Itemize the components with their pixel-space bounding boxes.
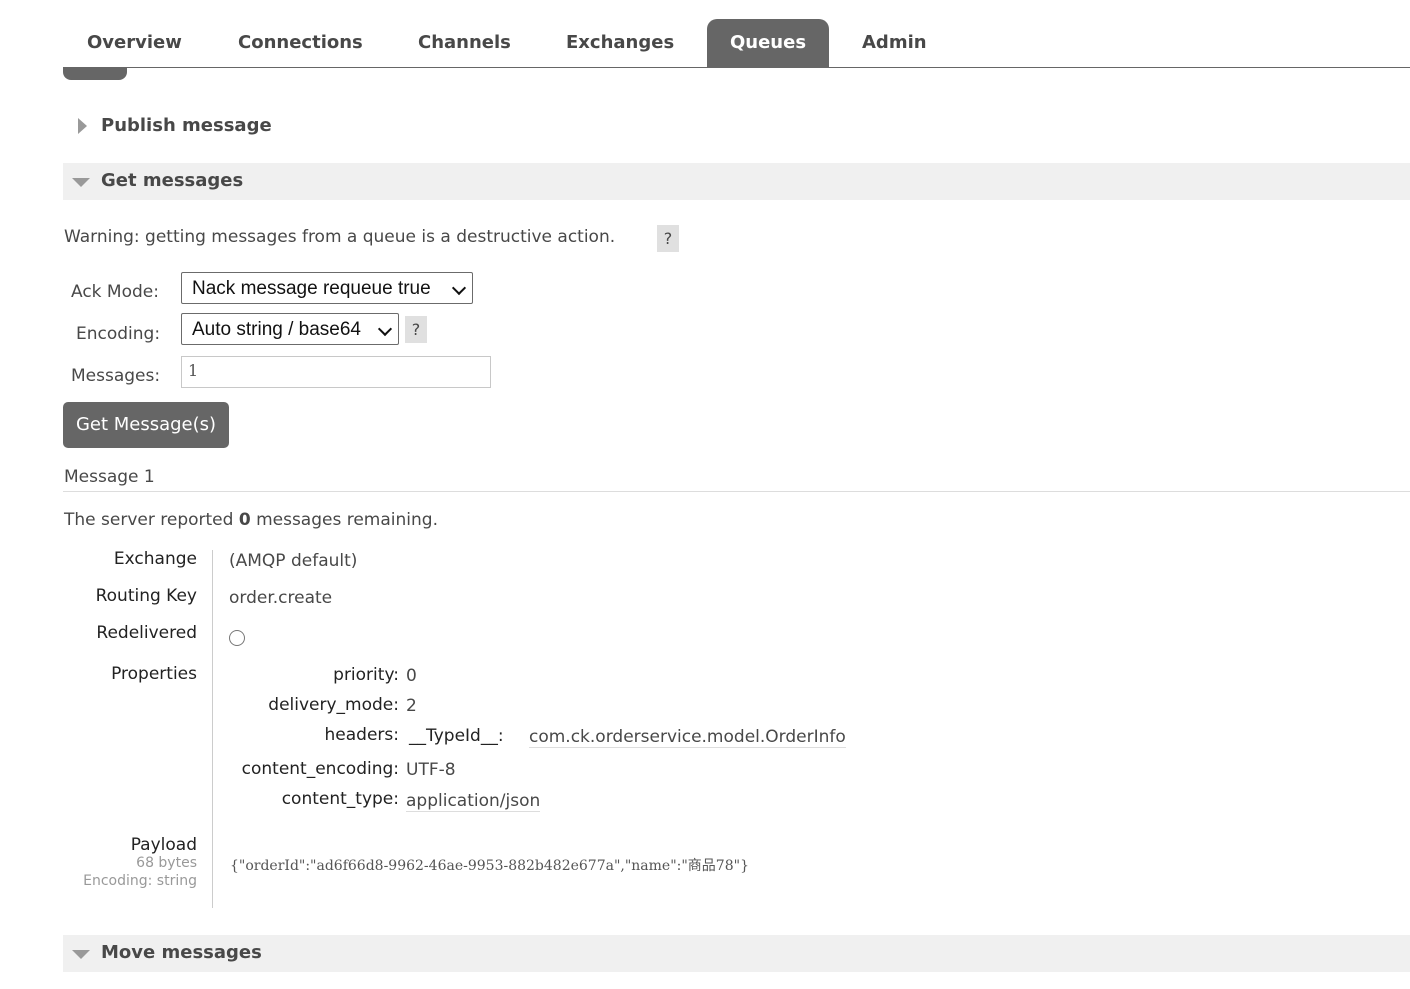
- header-value: com.ck.orderservice.model.OrderInfo: [529, 727, 846, 748]
- warning-help-button[interactable]: ?: [657, 225, 679, 252]
- move-messages-title: Move messages: [101, 942, 262, 963]
- encoding-label: Encoding:: [76, 324, 161, 344]
- ack-mode-select[interactable]: Nack message requeue true: [181, 272, 473, 304]
- content-type-label: content_type:: [281, 789, 399, 809]
- get-messages-title: Get messages: [101, 170, 244, 191]
- payload-size: 68 bytes: [136, 855, 197, 871]
- exchange-value: (AMQP default): [229, 551, 358, 571]
- get-messages-toggle[interactable]: Get messages: [63, 163, 1410, 200]
- redelivered-label: Redelivered: [96, 623, 197, 643]
- collapsed-button-stub[interactable]: [63, 67, 127, 80]
- header-key: __TypeId__:: [409, 726, 504, 746]
- tab-connections[interactable]: Connections: [238, 19, 363, 67]
- exchange-label: Exchange: [113, 549, 197, 569]
- chevron-down-icon: [451, 280, 467, 296]
- collapse-arrow-icon: [72, 950, 90, 959]
- main-nav-tabs: Overview Connections Channels Exchanges …: [63, 18, 1410, 68]
- payload-value: {"orderId":"ad6f66d8-9962-46ae-9953-882b…: [230, 858, 749, 874]
- publish-message-toggle[interactable]: Publish message: [63, 108, 1410, 145]
- tab-channels[interactable]: Channels: [418, 19, 511, 67]
- redelivered-indicator: [229, 630, 245, 646]
- messages-label: Messages:: [71, 366, 161, 386]
- payload-label: Payload: [130, 835, 197, 855]
- move-messages-toggle[interactable]: Move messages: [63, 935, 1410, 972]
- delivery-mode-value: 2: [406, 696, 417, 716]
- encoding-value: Auto string / base64: [192, 319, 361, 340]
- messages-count-input[interactable]: 1: [181, 356, 491, 388]
- get-messages-button[interactable]: Get Message(s): [63, 402, 229, 448]
- encoding-select[interactable]: Auto string / base64: [181, 313, 399, 345]
- tab-overview[interactable]: Overview: [87, 19, 182, 67]
- remaining-count: 0: [238, 510, 251, 530]
- ack-mode-label: Ack Mode:: [71, 282, 159, 302]
- routing-key-label: Routing Key: [95, 586, 197, 606]
- ack-mode-value: Nack message requeue true: [192, 278, 431, 299]
- tab-queues[interactable]: Queues: [707, 19, 829, 67]
- delivery-mode-label: delivery_mode:: [268, 695, 399, 715]
- content-type-value: application/json: [406, 791, 541, 812]
- content-encoding-value: UTF-8: [406, 760, 456, 780]
- priority-value: 0: [406, 666, 417, 686]
- payload-encoding: Encoding: string: [83, 873, 197, 889]
- publish-message-title: Publish message: [101, 115, 272, 136]
- content-encoding-label: content_encoding:: [241, 759, 399, 779]
- expand-arrow-icon: [78, 118, 87, 134]
- priority-label: priority:: [333, 665, 399, 685]
- tab-exchanges[interactable]: Exchanges: [566, 19, 674, 67]
- collapse-arrow-icon: [72, 178, 90, 187]
- divider: [63, 491, 1410, 492]
- encoding-help-button[interactable]: ?: [405, 316, 427, 343]
- details-divider: [212, 550, 213, 908]
- chevron-down-icon: [377, 321, 393, 337]
- tab-admin[interactable]: Admin: [862, 19, 927, 67]
- routing-key-value: order.create: [229, 588, 333, 608]
- message-heading: Message 1: [64, 467, 155, 487]
- server-report: The server reported 0 messages remaining…: [64, 510, 438, 530]
- properties-label: Properties: [111, 664, 197, 684]
- headers-label: headers:: [324, 725, 399, 745]
- destructive-warning: Warning: getting messages from a queue i…: [64, 227, 616, 247]
